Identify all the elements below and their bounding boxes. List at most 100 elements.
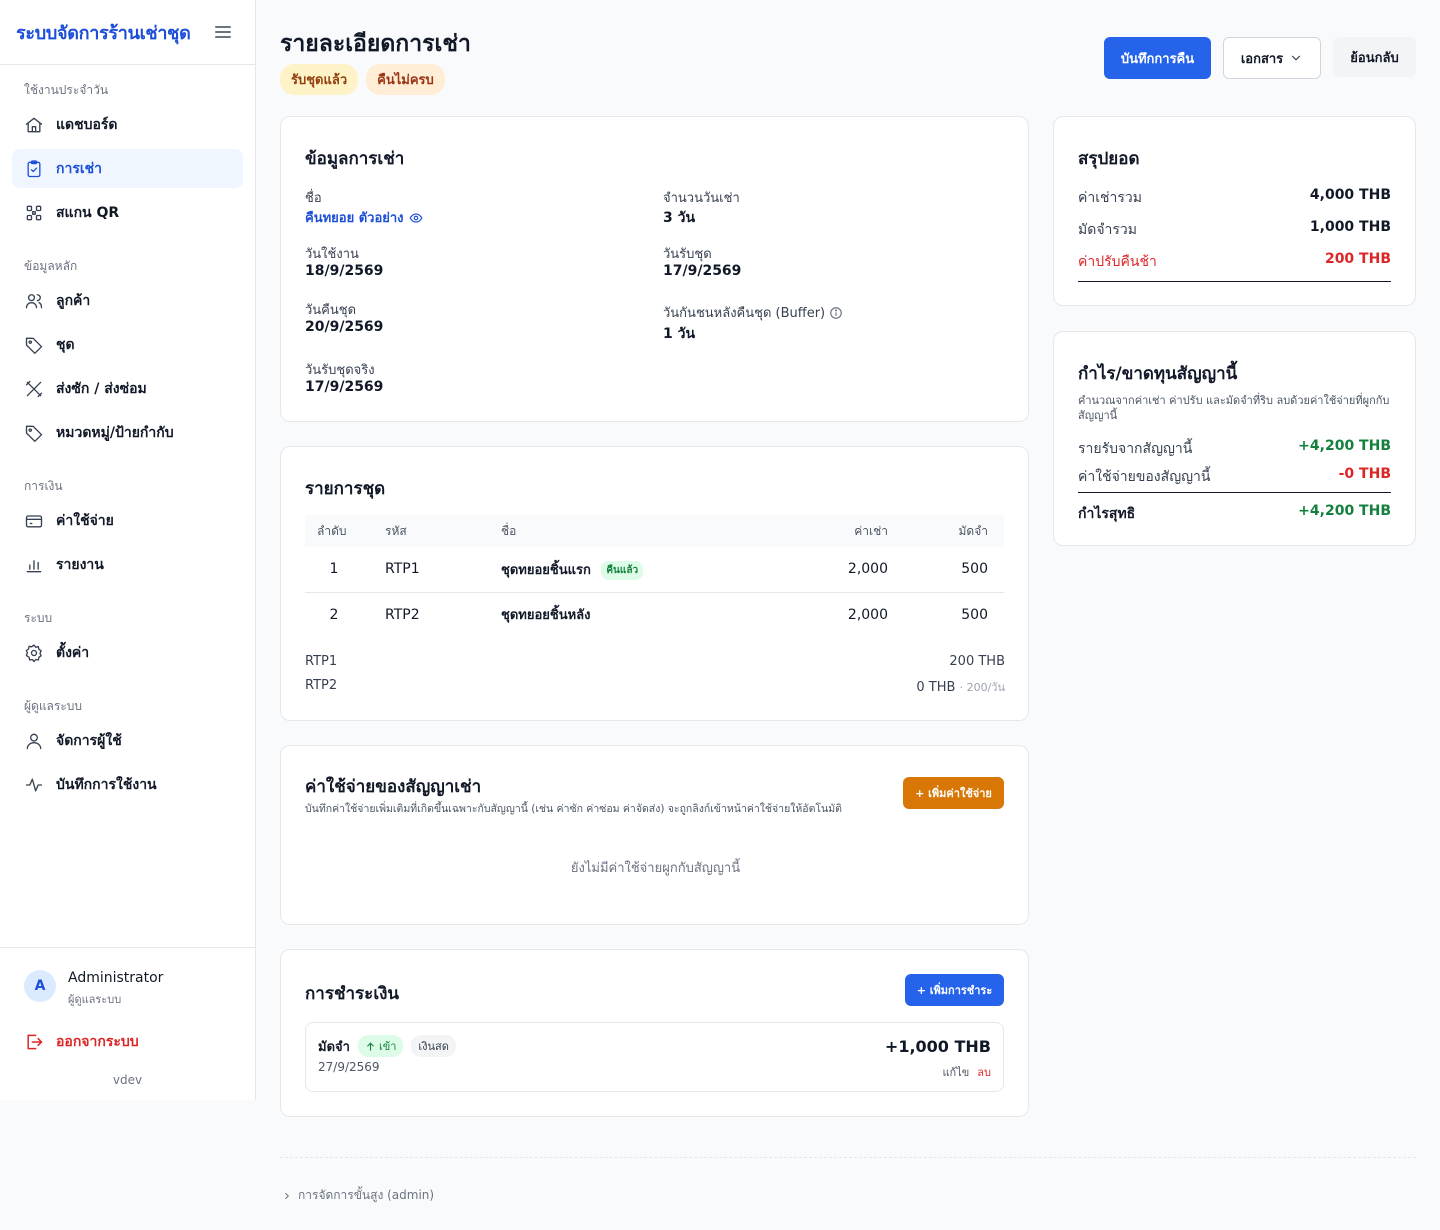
delete-payment-link[interactable]: ลบ	[977, 1063, 991, 1081]
col-name: ชื่อ	[489, 515, 790, 547]
sidebar-item-label: บันทึกการใช้งาน	[56, 776, 157, 793]
tag-icon	[25, 425, 43, 442]
section-master: ข้อมูลหลัก	[24, 259, 78, 273]
profit-expense-value: -0 THB	[1338, 466, 1391, 482]
rental-info-card: ข้อมูลการเช่า ชื่อ คืนทยอย ตัวอย่าง จำนว…	[280, 116, 1029, 422]
row-no: 2	[329, 606, 339, 623]
sidebar-item-scan-qr[interactable]: สแกน QR	[12, 193, 243, 232]
sidebar-item-label: แดชบอร์ด	[56, 116, 118, 133]
payment-amount: +1,000 THB	[884, 1037, 991, 1056]
actual-pickup-value: 17/9/2569	[305, 379, 384, 395]
user-icon	[26, 733, 42, 749]
sidebar-item-label: ลูกค้า	[56, 292, 91, 309]
item-code-link[interactable]: RTP1	[373, 547, 489, 593]
sidebar-item-dashboard[interactable]: แดชบอร์ด	[12, 105, 243, 144]
credit-card-icon	[25, 514, 43, 527]
sidebar-item-settings[interactable]: ตั้งค่า	[12, 633, 243, 672]
record-return-button[interactable]: บันทึกการคืน	[1104, 37, 1211, 79]
sidebar-item-label: ค่าใช้จ่าย	[56, 512, 114, 529]
row-rent: 2,000	[790, 547, 900, 593]
gear-icon	[25, 643, 42, 662]
documents-dropdown-button[interactable]: เอกสาร	[1223, 37, 1321, 79]
summary-value: 1,000 THB	[1309, 219, 1391, 235]
payment-method-badge: เงินสด	[411, 1035, 456, 1057]
advanced-admin-toggle[interactable]: การจัดการขั้นสูง (admin)	[282, 1186, 434, 1205]
chevron-right-icon	[285, 1192, 289, 1199]
sidebar-item-label: จัดการผู้ใช้	[56, 732, 122, 749]
section-finance: การเงิน	[24, 479, 63, 493]
row-name-cell: ชุดทยอยชิ้นแรก คืนแล้ว	[489, 547, 790, 593]
sidebar-item-users[interactable]: จัดการผู้ใช้	[12, 721, 243, 760]
items-card: รายการชุด ลำดับ รหัส ชื่อ ค่าเช่า มัดจำ …	[280, 446, 1029, 721]
logout-icon	[27, 1034, 43, 1050]
table-row: 1 RTP1 ชุดทยอยชิ้นแรก คืนแล้ว 2,000 500	[305, 547, 1004, 593]
sidebar-item-customers[interactable]: ลูกค้า	[12, 281, 243, 320]
customer-name: คืนทยอย ตัวอย่าง	[305, 211, 404, 226]
profit-description: คำนวณจากค่าเช่า ค่าปรับ และมัดจำที่ริบ ล…	[1078, 394, 1390, 422]
col-no: ลำดับ	[305, 515, 373, 547]
app-title: ระบบจัดการร้านเช่าชุด	[16, 22, 191, 44]
buffer-value: 1 วัน	[663, 326, 696, 342]
tag-icon	[25, 337, 43, 354]
sidebar-item-outfits[interactable]: ชุด	[12, 325, 243, 364]
footer-divider	[280, 1157, 1416, 1158]
status-badges: รับชุดแล้ว คืนไม่ครบ	[280, 64, 445, 95]
pickup-date-value: 17/9/2569	[663, 263, 742, 279]
fine-amount: 200 THB	[949, 654, 1005, 669]
customer-name-link[interactable]: คืนทยอย ตัวอย่าง	[305, 207, 423, 228]
edit-payment-link[interactable]: แก้ไข	[942, 1063, 969, 1081]
fine-row: RTP2 0 THB · 200/วัน	[305, 678, 1005, 696]
profit-income-row: รายรับจากสัญญานี้ +4,200 THB	[1078, 438, 1391, 460]
profit-income-label: รายรับจากสัญญานี้	[1078, 441, 1193, 457]
use-date-label: วันใช้งาน	[305, 247, 359, 262]
fine-amount-group: 0 THB · 200/วัน	[916, 678, 1005, 696]
info-icon[interactable]	[829, 306, 843, 320]
rental-info-title: ข้อมูลการเช่า	[305, 149, 405, 169]
expenses-description: บันทึกค่าใช้จ่ายเพิ่มเติมที่เกิดขึ้นเฉพา…	[305, 803, 842, 815]
sidebar-item-rentals[interactable]: การเช่า	[12, 149, 243, 188]
section-admin: ผู้ดูแลระบบ	[24, 699, 83, 713]
qr-code-icon	[26, 205, 42, 220]
sidebar-item-activity-log[interactable]: บันทึกการใช้งาน	[12, 765, 243, 804]
sidebar-item-label: ตั้งค่า	[56, 644, 90, 661]
direction-badge: เข้า	[357, 1035, 404, 1057]
documents-label: เอกสาร	[1240, 51, 1284, 67]
summary-row: มัดจำรวม 1,000 THB	[1078, 219, 1391, 241]
payments-title: การชำระเงิน	[305, 984, 400, 1004]
back-button[interactable]: ย้อนกลับ	[1333, 37, 1416, 77]
name-label: ชื่อ	[305, 191, 322, 206]
profit-expense-label: ค่าใช้จ่ายของสัญญานี้	[1078, 469, 1211, 485]
col-rent: ค่าเช่า	[790, 515, 900, 547]
sidebar-footer: A Administrator ผู้ดูแลระบบ ออกจากระบบ v…	[0, 947, 255, 1100]
advanced-admin-label: การจัดการขั้นสูง (admin)	[298, 1188, 435, 1202]
sidebar-item-reports[interactable]: รายงาน	[12, 545, 243, 584]
arrow-up-icon	[367, 1042, 374, 1051]
item-code-link[interactable]: RTP2	[373, 592, 489, 637]
profit-card: กำไร/ขาดทุนสัญญานี้ คำนวณจากค่าเช่า ค่าป…	[1053, 331, 1416, 546]
sidebar-item-laundry[interactable]: ส่งซัก / ส่งซ่อม	[12, 369, 243, 408]
section-system: ระบบ	[24, 611, 53, 625]
sidebar-item-expenses[interactable]: ค่าใช้จ่าย	[12, 501, 243, 540]
status-badge-picked-up: รับชุดแล้ว	[280, 64, 359, 95]
profit-income-value: +4,200 THB	[1298, 438, 1391, 454]
use-date-value: 18/9/2569	[305, 263, 384, 279]
add-expense-button[interactable]: + เพิ่มค่าใช้จ่าย	[903, 777, 1004, 809]
logout-button[interactable]: ออกจากระบบ	[24, 1031, 139, 1053]
activity-icon	[25, 778, 43, 791]
fine-amount: 0 THB	[916, 680, 956, 695]
add-payment-button[interactable]: + เพิ่มการชำระ	[905, 974, 1004, 1006]
hamburger-menu-icon[interactable]	[215, 26, 231, 38]
returned-tag: คืนแล้ว	[601, 560, 644, 580]
sidebar-item-categories[interactable]: หมวดหมู่/ป้ายกำกับ	[12, 413, 243, 452]
home-icon	[25, 117, 43, 132]
expenses-card: ค่าใช้จ่ายของสัญญาเช่า บันทึกค่าใช้จ่ายเ…	[280, 745, 1029, 925]
profit-net-value: +4,200 THB	[1298, 503, 1391, 519]
profit-title: กำไร/ขาดทุนสัญญานี้	[1078, 364, 1238, 384]
summary-label: ค่าปรับคืนช้า	[1078, 254, 1157, 270]
row-name-cell: ชุดทยอยชิ้นหลัง	[489, 592, 790, 637]
item-name: ชุดทยอยชิ้นแรก	[501, 562, 591, 578]
payment-meta: มัดจำ เข้า เงินสด	[318, 1035, 456, 1057]
payment-entry: มัดจำ เข้า เงินสด 27/9/2569 +1,000 THB แ…	[305, 1022, 1004, 1092]
actual-pickup-label: วันรับชุดจริง	[305, 363, 375, 378]
summary-title: สรุปยอด	[1078, 149, 1140, 169]
